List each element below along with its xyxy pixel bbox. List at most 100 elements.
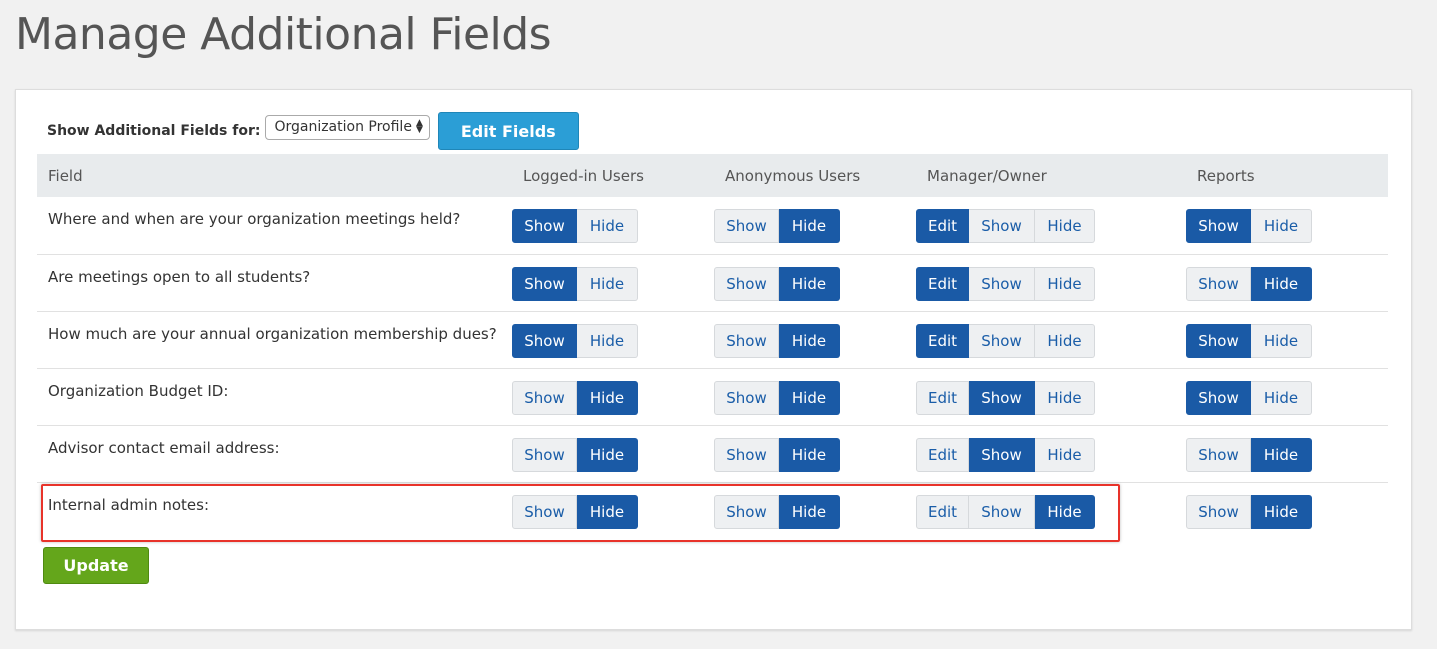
select-arrows-icon: ▲ ▼ [415, 118, 423, 135]
reports-show-button[interactable]: Show [1186, 266, 1251, 301]
manager-cell: Edit Show Hide [916, 253, 1186, 311]
manager-edit-button[interactable]: Edit [916, 266, 969, 301]
fields-for-select[interactable]: Organization Profile ▲ ▼ [265, 114, 430, 140]
logged-in-show-button[interactable]: Show [512, 494, 577, 529]
reports-hide-button[interactable]: Hide [1251, 209, 1312, 243]
logged-in-hide-button[interactable]: Hide [577, 209, 638, 243]
logged-in-show-button[interactable]: Show [512, 437, 577, 472]
field-name: How much are your annual organization me… [37, 310, 512, 368]
anonymous-toggle-group: Show Hide [714, 209, 840, 243]
manager-hide-button[interactable]: Hide [1035, 494, 1095, 529]
field-name: Advisor contact email address: [37, 424, 512, 482]
table-row: Advisor contact email address: Show Hide Sh… [37, 424, 1388, 482]
logged-in-hide-button[interactable]: Hide [577, 323, 638, 358]
table-row: Organization Budget ID: Show Hide Show Hide E… [37, 367, 1388, 425]
manager-cell: Edit Show Hide [916, 424, 1186, 482]
table-row: How much are your annual organization me… [37, 310, 1388, 368]
anonymous-toggle-group: Show Hide [714, 437, 840, 472]
reports-hide-button[interactable]: Hide [1251, 380, 1312, 415]
anonymous-cell: Show Hide [714, 310, 916, 368]
anonymous-show-button[interactable]: Show [714, 494, 779, 529]
reports-hide-button[interactable]: Hide [1251, 437, 1312, 472]
anonymous-hide-button[interactable]: Hide [779, 437, 840, 472]
reports-hide-button[interactable]: Hide [1251, 323, 1312, 358]
reports-hide-button[interactable]: Hide [1251, 266, 1312, 301]
manager-edit-button[interactable]: Edit [916, 380, 969, 415]
manager-cell: Edit Show Hide [916, 197, 1186, 254]
logged-in-hide-button[interactable]: Hide [577, 437, 638, 472]
reports-toggle-group: Show Hide [1186, 437, 1312, 472]
logged-in-show-button[interactable]: Show [512, 380, 577, 415]
reports-show-button[interactable]: Show [1186, 323, 1251, 358]
reports-show-button[interactable]: Show [1186, 437, 1251, 472]
logged-in-cell: Show Hide [512, 253, 714, 311]
anonymous-toggle-group: Show Hide [714, 380, 840, 415]
logged-in-show-button[interactable]: Show [512, 209, 577, 243]
anonymous-cell: Show Hide [714, 481, 916, 539]
fields-table: Field Logged-in Users Anonymous Users Ma… [37, 154, 1388, 539]
field-name: Organization Budget ID: [37, 367, 512, 425]
manager-show-button[interactable]: Show [969, 380, 1035, 415]
reports-show-button[interactable]: Show [1186, 494, 1251, 529]
logged-in-show-button[interactable]: Show [512, 323, 577, 358]
logged-in-hide-button[interactable]: Hide [577, 494, 638, 529]
manager-hide-button[interactable]: Hide [1035, 323, 1095, 358]
reports-hide-button[interactable]: Hide [1251, 494, 1312, 529]
manager-hide-button[interactable]: Hide [1035, 266, 1095, 301]
anonymous-show-button[interactable]: Show [714, 437, 779, 472]
manager-cell: Edit Show Hide [916, 367, 1186, 425]
reports-toggle-group: Show Hide [1186, 209, 1312, 243]
manager-show-button[interactable]: Show [969, 494, 1035, 529]
reports-toggle-group: Show Hide [1186, 380, 1312, 415]
reports-show-button[interactable]: Show [1186, 209, 1251, 243]
anonymous-hide-button[interactable]: Hide [779, 209, 840, 243]
manager-show-button[interactable]: Show [969, 209, 1035, 243]
column-header-manager-owner: Manager/Owner [927, 166, 1047, 185]
manager-hide-button[interactable]: Hide [1035, 437, 1095, 472]
logged-in-cell: Show Hide [512, 424, 714, 482]
reports-cell: Show Hide [1186, 424, 1388, 482]
logged-in-show-button[interactable]: Show [512, 266, 577, 301]
manager-show-button[interactable]: Show [969, 437, 1035, 472]
manager-show-button[interactable]: Show [969, 266, 1035, 301]
edit-fields-button[interactable]: Edit Fields [437, 112, 579, 150]
page-title: Manage Additional Fields [15, 9, 552, 60]
column-header-field: Field [48, 166, 83, 185]
logged-in-cell: Show Hide [512, 310, 714, 368]
manager-edit-button[interactable]: Edit [916, 323, 969, 358]
manager-hide-button[interactable]: Hide [1035, 209, 1095, 243]
logged-in-toggle-group: Show Hide [512, 380, 638, 415]
manager-show-button[interactable]: Show [969, 323, 1035, 358]
anonymous-show-button[interactable]: Show [714, 209, 779, 243]
manager-edit-button[interactable]: Edit [916, 437, 969, 472]
manager-hide-button[interactable]: Hide [1035, 380, 1095, 415]
toolbar: Show Additional Fields for: Organization… [47, 112, 579, 150]
logged-in-hide-button[interactable]: Hide [577, 266, 638, 301]
anonymous-hide-button[interactable]: Hide [779, 380, 840, 415]
anonymous-toggle-group: Show Hide [714, 266, 840, 301]
anonymous-show-button[interactable]: Show [714, 380, 779, 415]
show-fields-for-label: Show Additional Fields for: [47, 123, 261, 139]
table-row: Where and when are your organization mee… [37, 197, 1388, 254]
anonymous-hide-button[interactable]: Hide [779, 266, 840, 301]
field-name: Are meetings open to all students? [37, 253, 512, 311]
update-button[interactable]: Update [43, 547, 149, 584]
anonymous-cell: Show Hide [714, 197, 916, 254]
manager-edit-button[interactable]: Edit [916, 209, 969, 243]
logged-in-hide-button[interactable]: Hide [577, 380, 638, 415]
fields-panel: Show Additional Fields for: Organization… [15, 89, 1412, 630]
column-header-reports: Reports [1197, 166, 1255, 185]
reports-show-button[interactable]: Show [1186, 380, 1251, 415]
manager-toggle-group: Edit Show Hide [916, 380, 1095, 415]
manager-toggle-group: Edit Show Hide [916, 266, 1095, 301]
anonymous-show-button[interactable]: Show [714, 323, 779, 358]
anonymous-show-button[interactable]: Show [714, 266, 779, 301]
logged-in-toggle-group: Show Hide [512, 494, 638, 529]
anonymous-hide-button[interactable]: Hide [779, 323, 840, 358]
logged-in-toggle-group: Show Hide [512, 323, 638, 358]
reports-toggle-group: Show Hide [1186, 494, 1312, 529]
anonymous-hide-button[interactable]: Hide [779, 494, 840, 529]
anonymous-cell: Show Hide [714, 253, 916, 311]
reports-cell: Show Hide [1186, 310, 1388, 368]
manager-edit-button[interactable]: Edit [916, 494, 969, 529]
